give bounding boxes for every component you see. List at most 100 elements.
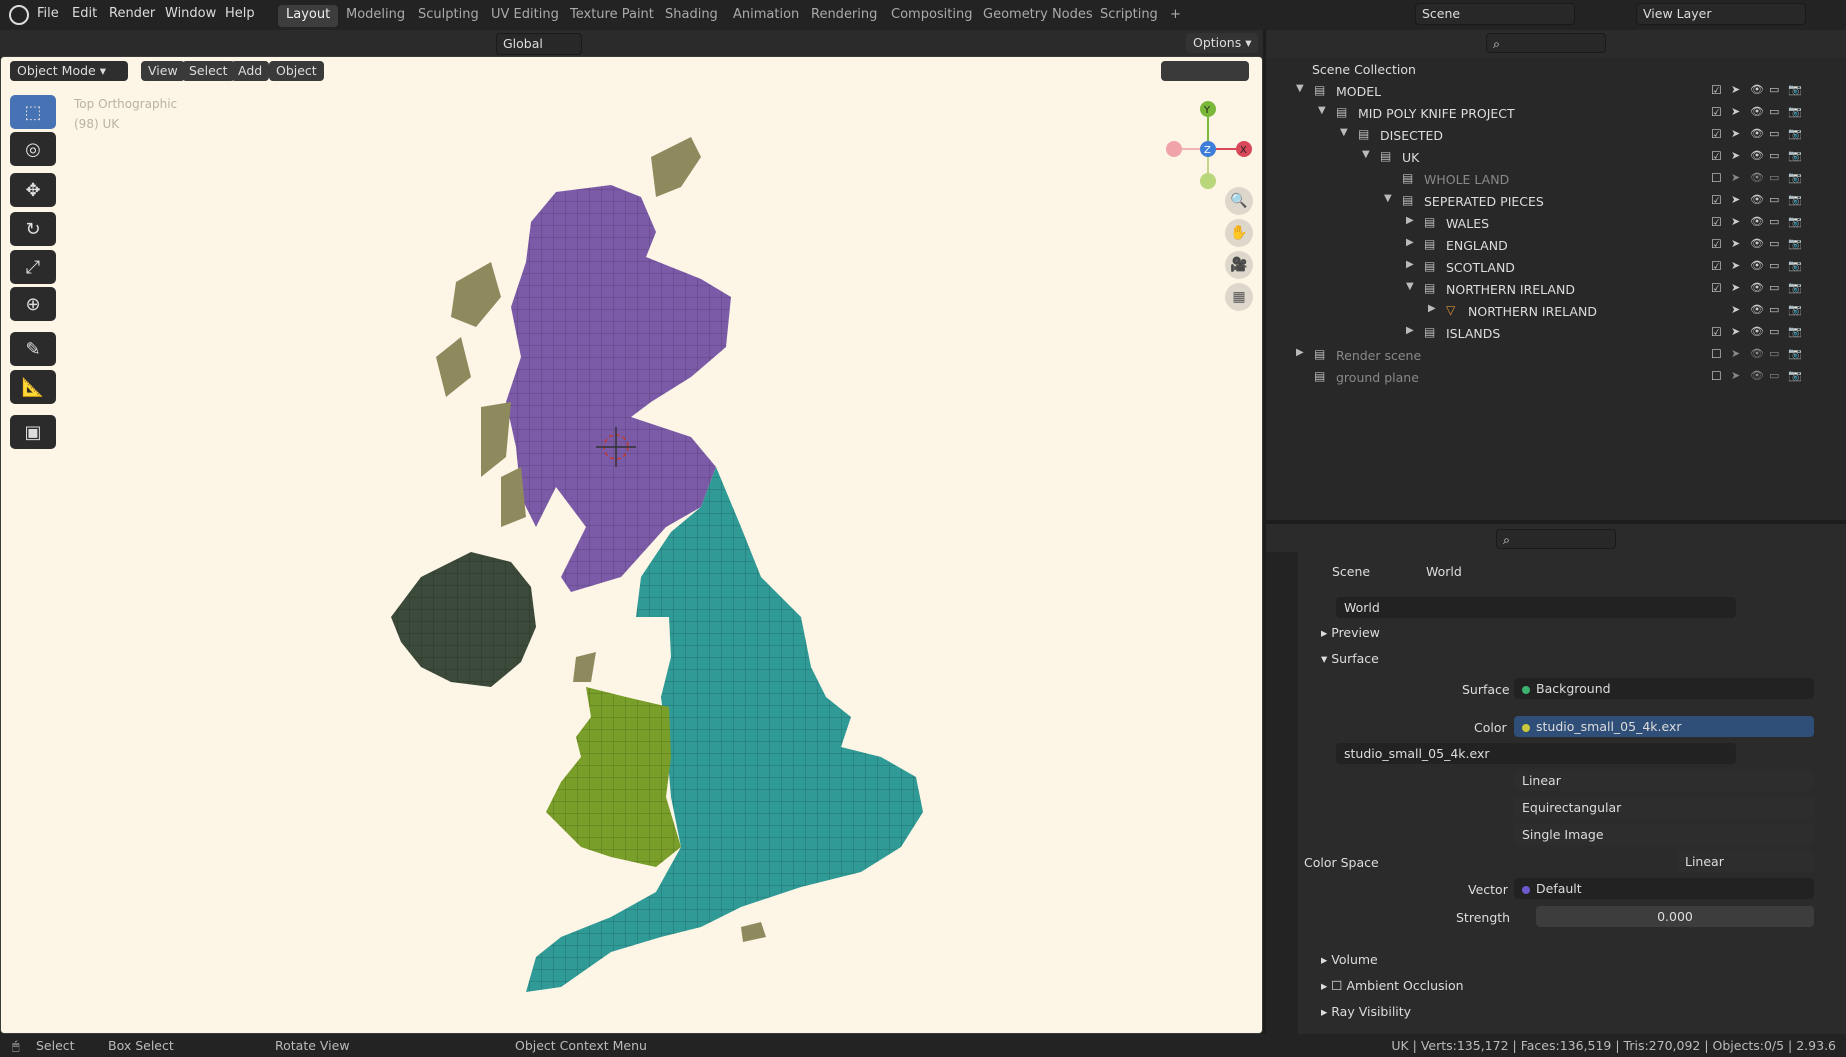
disclosure-triangle-icon[interactable]: ▶ <box>1406 325 1414 336</box>
disclosure-triangle-icon[interactable]: ▼ <box>1406 281 1414 292</box>
render-icon[interactable]: 📷 <box>1788 369 1802 382</box>
eye-icon[interactable]: 👁 <box>1750 281 1764 294</box>
outliner-row[interactable]: ▤ ground plane ☐ ➤ 👁 ▭ 📷 <box>1266 366 1846 388</box>
tab-animation[interactable]: Animation <box>725 5 807 27</box>
outliner-row[interactable]: ▼ ▤ UK ☑ ➤ 👁 ▭ 📷 <box>1266 146 1846 168</box>
outliner-row[interactable]: ▼ ▤ MODEL ☑ ➤ 👁 ▭ 📷 <box>1266 80 1846 102</box>
viewport-icon[interactable]: ▭ <box>1769 171 1779 184</box>
eye-icon[interactable]: 👁 <box>1750 325 1764 338</box>
panel-ray-visibility[interactable]: ▸ Ray Visibility <box>1321 1004 1411 1019</box>
outliner-row[interactable]: ▶ ▤ ENGLAND ☑ ➤ 👁 ▭ 📷 <box>1266 234 1846 256</box>
disclosure-triangle-icon[interactable]: ▶ <box>1428 303 1436 314</box>
disclosure-triangle-icon[interactable]: ▼ <box>1362 149 1370 160</box>
select-arrow-icon[interactable]: ➤ <box>1731 83 1740 96</box>
exclude-checkbox[interactable]: ☑ <box>1711 237 1722 251</box>
scene-selector[interactable]: Scene <box>1415 3 1575 25</box>
disclosure-triangle-icon[interactable]: ▼ <box>1384 193 1392 204</box>
eye-icon[interactable]: 👁 <box>1750 215 1764 228</box>
tab-texture-paint[interactable]: Texture Paint <box>562 5 662 27</box>
surface-field[interactable]: Background <box>1514 678 1814 699</box>
outliner-search-input[interactable]: ⌕ <box>1486 33 1606 53</box>
render-icon[interactable]: 📷 <box>1788 237 1802 250</box>
exclude-checkbox[interactable]: ☑ <box>1711 259 1722 273</box>
tab-shading[interactable]: Shading <box>657 5 726 27</box>
options-dropdown[interactable]: Options ▾ <box>1186 33 1259 53</box>
render-icon[interactable]: 📷 <box>1788 127 1802 140</box>
exclude-checkbox[interactable]: ☐ <box>1711 171 1722 185</box>
outliner-row-scene-collection[interactable]: Scene Collection <box>1266 58 1846 80</box>
select-arrow-icon[interactable]: ➤ <box>1731 347 1740 360</box>
outliner-row[interactable]: ▼ ▤ DISECTED ☑ ➤ 👁 ▭ 📷 <box>1266 124 1846 146</box>
select-arrow-icon[interactable]: ➤ <box>1731 303 1740 316</box>
properties-search-input[interactable]: ⌕ <box>1496 529 1616 549</box>
tab-modeling[interactable]: Modeling <box>338 5 413 27</box>
outliner-row[interactable]: ▶ ▤ Render scene ☐ ➤ 👁 ▭ 📷 <box>1266 344 1846 366</box>
exclude-checkbox[interactable]: ☑ <box>1711 325 1722 339</box>
render-icon[interactable]: 📷 <box>1788 105 1802 118</box>
menu-help[interactable]: Help <box>225 6 255 21</box>
tab-rendering[interactable]: Rendering <box>803 5 885 27</box>
viewport-icon[interactable]: ▭ <box>1769 237 1779 250</box>
select-arrow-icon[interactable]: ➤ <box>1731 171 1740 184</box>
tab-scripting[interactable]: Scripting <box>1092 5 1166 27</box>
render-icon[interactable]: 📷 <box>1788 149 1802 162</box>
disclosure-triangle-icon[interactable]: ▶ <box>1406 237 1414 248</box>
eye-icon[interactable]: 👁 <box>1750 259 1764 272</box>
panel-preview[interactable]: ▸ Preview <box>1321 625 1380 640</box>
eye-icon[interactable]: 👁 <box>1750 171 1764 184</box>
image-name-field[interactable]: studio_small_05_4k.exr <box>1336 743 1736 764</box>
color-field[interactable]: studio_small_05_4k.exr <box>1514 716 1814 737</box>
eye-icon[interactable]: 👁 <box>1750 83 1764 96</box>
world-name-field[interactable]: World <box>1336 597 1736 618</box>
disclosure-triangle-icon[interactable]: ▶ <box>1406 259 1414 270</box>
select-arrow-icon[interactable]: ➤ <box>1731 237 1740 250</box>
select-arrow-icon[interactable]: ➤ <box>1731 149 1740 162</box>
breadcrumb-world[interactable]: World <box>1426 564 1462 579</box>
outliner-row[interactable]: ▼ ▤ NORTHERN IRELAND ☑ ➤ 👁 ▭ 📷 <box>1266 278 1846 300</box>
render-icon[interactable]: 📷 <box>1788 193 1802 206</box>
tab-uv-editing[interactable]: UV Editing <box>483 5 567 27</box>
disclosure-triangle-icon[interactable]: ▼ <box>1296 83 1304 94</box>
render-icon[interactable]: 📷 <box>1788 259 1802 272</box>
blender-icon[interactable] <box>9 5 29 25</box>
exclude-checkbox[interactable]: ☑ <box>1711 149 1722 163</box>
eye-icon[interactable]: 👁 <box>1750 149 1764 162</box>
panel-surface[interactable]: ▾ Surface <box>1321 651 1379 666</box>
strength-slider[interactable]: 0.000 <box>1536 906 1814 927</box>
eye-icon[interactable]: 👁 <box>1750 237 1764 250</box>
select-arrow-icon[interactable]: ➤ <box>1731 325 1740 338</box>
menu-render[interactable]: Render <box>109 6 155 21</box>
view-layer-selector[interactable]: View Layer <box>1636 3 1806 25</box>
disclosure-triangle-icon[interactable]: ▼ <box>1340 127 1348 138</box>
exclude-checkbox[interactable]: ☑ <box>1711 281 1722 295</box>
render-icon[interactable]: 📷 <box>1788 303 1802 316</box>
outliner-row[interactable]: ▼ ▤ SEPERATED PIECES ☑ ➤ 👁 ▭ 📷 <box>1266 190 1846 212</box>
panel-volume[interactable]: ▸ Volume <box>1321 952 1378 967</box>
eye-icon[interactable]: 👁 <box>1750 127 1764 140</box>
outliner-row[interactable]: ▶ ▤ WALES ☑ ➤ 👁 ▭ 📷 <box>1266 212 1846 234</box>
viewport-icon[interactable]: ▭ <box>1769 303 1779 316</box>
interpolation-dropdown[interactable]: Linear <box>1514 770 1814 791</box>
outliner-row[interactable]: ▤ WHOLE LAND ☐ ➤ 👁 ▭ 📷 <box>1266 168 1846 190</box>
viewport-icon[interactable]: ▭ <box>1769 127 1779 140</box>
tab-sculpting[interactable]: Sculpting <box>410 5 487 27</box>
render-icon[interactable]: 📷 <box>1788 171 1802 184</box>
exclude-checkbox[interactable]: ☑ <box>1711 193 1722 207</box>
outliner-row[interactable]: ▼ ▤ MID POLY KNIFE PROJECT ☑ ➤ 👁 ▭ 📷 <box>1266 102 1846 124</box>
viewport-icon[interactable]: ▭ <box>1769 193 1779 206</box>
render-icon[interactable]: 📷 <box>1788 347 1802 360</box>
select-arrow-icon[interactable]: ➤ <box>1731 215 1740 228</box>
disclosure-triangle-icon[interactable]: ▶ <box>1406 215 1414 226</box>
exclude-checkbox[interactable]: ☑ <box>1711 105 1722 119</box>
eye-icon[interactable]: 👁 <box>1750 105 1764 118</box>
exclude-checkbox[interactable]: ☐ <box>1711 369 1722 383</box>
menu-edit[interactable]: Edit <box>72 6 97 21</box>
select-arrow-icon[interactable]: ➤ <box>1731 193 1740 206</box>
eye-icon[interactable]: 👁 <box>1750 193 1764 206</box>
exclude-checkbox[interactable]: ☑ <box>1711 215 1722 229</box>
tab-geometry-nodes[interactable]: Geometry Nodes <box>975 5 1101 27</box>
viewport-icon[interactable]: ▭ <box>1769 83 1779 96</box>
menu-window[interactable]: Window <box>165 6 216 21</box>
eye-icon[interactable]: 👁 <box>1750 347 1764 360</box>
viewport-icon[interactable]: ▭ <box>1769 325 1779 338</box>
